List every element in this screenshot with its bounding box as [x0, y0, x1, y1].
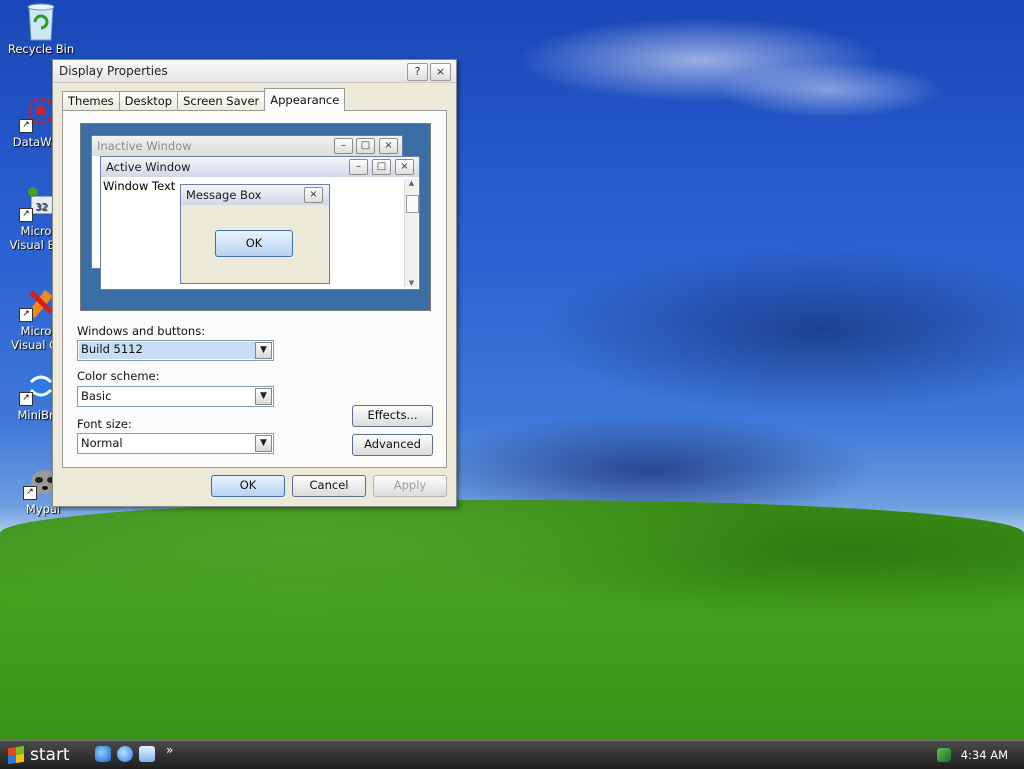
windows-flag-icon: [8, 745, 24, 765]
taskbar: start » 4:34 AM: [0, 740, 1024, 769]
advanced-button[interactable]: Advanced: [352, 434, 433, 456]
tab-themes[interactable]: Themes: [62, 91, 120, 111]
start-label: start: [30, 745, 70, 765]
inactive-window-titlebar: Inactive Window – □ ×: [92, 136, 402, 156]
shortcut-arrow-icon: ↗: [19, 119, 33, 133]
tab-strip: Themes Desktop Screen Saver Appearance: [62, 88, 346, 111]
wallpaper-hills: [0, 500, 1024, 740]
color-scheme-select[interactable]: Basic ▼: [77, 386, 274, 407]
svg-text:32: 32: [35, 202, 48, 213]
minimize-icon: –: [334, 138, 353, 154]
quicklaunch-more-icon[interactable]: »: [166, 743, 173, 757]
close-icon: ×: [379, 138, 398, 154]
font-size-value: Normal: [81, 436, 123, 450]
appearance-panel: Inactive Window – □ × Active Window – □ …: [62, 110, 447, 468]
shortcut-arrow-icon: ↗: [23, 486, 37, 500]
inactive-window-title: Inactive Window: [97, 139, 192, 153]
shortcut-arrow-icon: ↗: [19, 208, 33, 222]
system-tray: 4:34 AM: [914, 741, 1024, 769]
minibrowser-icon[interactable]: [117, 746, 133, 762]
appearance-preview: Inactive Window – □ × Active Window – □ …: [80, 123, 431, 311]
dialog-titlebar[interactable]: Display Properties ? ×: [53, 60, 456, 83]
preview-scrollbar: ▲ ▼: [404, 179, 419, 287]
maximize-icon: □: [372, 159, 391, 175]
desktop-icon-label: Recycle Bin: [7, 42, 75, 56]
active-window-titlebar: Active Window – □ ×: [101, 157, 419, 177]
desktop-icon-recycle-bin[interactable]: Recycle Bin: [1, 2, 81, 56]
chevron-down-icon[interactable]: ▼: [255, 388, 272, 405]
effects-button[interactable]: Effects...: [352, 405, 433, 427]
scroll-up-icon: ▲: [408, 179, 415, 187]
chevron-down-icon[interactable]: ▼: [255, 342, 272, 359]
color-scheme-label: Color scheme:: [77, 369, 160, 383]
message-box-titlebar: Message Box ×: [181, 185, 329, 205]
maximize-icon: □: [356, 138, 375, 154]
help-button[interactable]: ?: [407, 63, 428, 81]
windows-buttons-label: Windows and buttons:: [77, 324, 206, 338]
window-text-sample: Window Text: [103, 179, 176, 193]
clock[interactable]: 4:34 AM: [961, 748, 1008, 762]
minimize-icon: –: [349, 159, 368, 175]
recycle-bin-icon: [23, 2, 59, 41]
display-properties-dialog: Display Properties ? × Themes Desktop Sc…: [52, 59, 457, 507]
shortcut-arrow-icon: ↗: [19, 392, 33, 406]
ok-button[interactable]: OK: [211, 475, 285, 497]
close-button[interactable]: ×: [430, 63, 451, 81]
show-desktop-icon[interactable]: [139, 746, 155, 762]
tab-desktop[interactable]: Desktop: [118, 91, 179, 111]
network-tray-icon[interactable]: [936, 748, 951, 762]
windows-buttons-value: Build 5112: [79, 342, 255, 359]
preview-active-window: Active Window – □ × Window Text ▲ ▼ Mess…: [100, 156, 420, 290]
close-icon: ×: [395, 159, 414, 175]
message-box-ok-button: OK: [215, 230, 293, 257]
active-window-title: Active Window: [106, 160, 191, 174]
internet-explorer-icon[interactable]: [95, 746, 111, 762]
tab-appearance[interactable]: Appearance: [264, 88, 346, 111]
message-box-title: Message Box: [186, 188, 262, 202]
color-scheme-value: Basic: [81, 389, 112, 403]
shortcut-arrow-icon: ↗: [19, 308, 33, 322]
dialog-title: Display Properties: [59, 64, 168, 78]
font-size-label: Font size:: [77, 417, 132, 431]
tab-screen-saver[interactable]: Screen Saver: [177, 91, 266, 111]
preview-message-box: Message Box × OK: [180, 184, 330, 284]
windows-buttons-select[interactable]: Build 5112 ▼: [77, 340, 274, 361]
scroll-thumb: [406, 195, 419, 213]
chevron-down-icon[interactable]: ▼: [255, 435, 272, 452]
start-button[interactable]: start: [0, 741, 86, 769]
scroll-down-icon: ▼: [408, 279, 415, 287]
font-size-select[interactable]: Normal ▼: [77, 433, 274, 454]
close-icon: ×: [304, 187, 323, 203]
cancel-button[interactable]: Cancel: [292, 475, 366, 497]
apply-button[interactable]: Apply: [373, 475, 447, 497]
